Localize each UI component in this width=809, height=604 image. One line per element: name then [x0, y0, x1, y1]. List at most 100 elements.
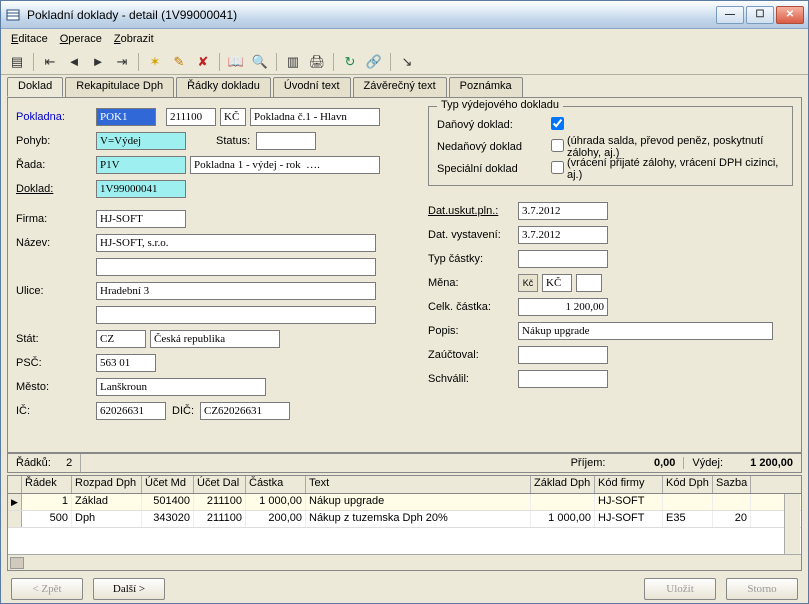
dat-vyst-label: Dat. vystavení:: [428, 229, 518, 241]
menu-operace[interactable]: Operace: [60, 33, 102, 45]
schvalil-field[interactable]: [518, 370, 608, 388]
close-button[interactable]: ✕: [776, 6, 804, 24]
mena-field[interactable]: [542, 274, 572, 292]
tab-uvodni[interactable]: Úvodní text: [273, 77, 351, 97]
tool-preview-icon[interactable]: ▥: [283, 52, 303, 72]
col-sazba[interactable]: Sazba: [713, 476, 751, 493]
ulice-field[interactable]: [96, 282, 376, 300]
dat-uskut-field[interactable]: [518, 202, 608, 220]
tool-list-icon[interactable]: ▤: [7, 52, 27, 72]
app-window: Pokladní doklady - detail (1V99000041) —…: [0, 0, 809, 604]
tool-prev-icon[interactable]: ◄: [64, 52, 84, 72]
doc-type-group: Typ výdejového dokladu Daňový doklad: Ne…: [428, 106, 793, 186]
status-field[interactable]: [256, 132, 316, 150]
grid-scrollbar-x[interactable]: [8, 554, 801, 570]
maximize-button[interactable]: ☐: [746, 6, 774, 24]
col-rozpad[interactable]: Rozpad Dph: [72, 476, 142, 493]
stat-name-field[interactable]: [150, 330, 280, 348]
tool-export-icon[interactable]: ↘: [397, 52, 417, 72]
rada-label: Řada:: [16, 159, 96, 171]
grid-scrollbar-y[interactable]: [784, 494, 800, 554]
dat-uskut-label[interactable]: Dat.uskut.pln.:: [428, 205, 518, 217]
ic-field[interactable]: [96, 402, 166, 420]
tool-find-icon[interactable]: 🔍: [250, 52, 270, 72]
save-button[interactable]: Uložit: [644, 578, 716, 600]
danovy-checkbox[interactable]: [551, 117, 564, 130]
col-ucetmd[interactable]: Účet Md: [142, 476, 194, 493]
col-radek[interactable]: Řádek: [22, 476, 72, 493]
zauctoval-field[interactable]: [518, 346, 608, 364]
menu-editace[interactable]: Editace: [11, 33, 48, 45]
menu-zobrazit[interactable]: Zobrazit: [114, 33, 154, 45]
lines-grid[interactable]: Řádek Rozpad Dph Účet Md Účet Dal Částka…: [7, 475, 802, 571]
cancel-button[interactable]: Storno: [726, 578, 798, 600]
tab-doklad[interactable]: Doklad: [7, 77, 63, 97]
typ-castky-field[interactable]: [518, 250, 608, 268]
tab-rekapitulace[interactable]: Rekapitulace Dph: [65, 77, 174, 97]
radku-value: 2: [66, 457, 72, 469]
tool-delete-icon[interactable]: ✘: [193, 52, 213, 72]
nazev-field[interactable]: [96, 234, 376, 252]
table-row[interactable]: 500Dph343020211100200,00Nákup z tuzemska…: [8, 511, 801, 528]
tab-poznamka[interactable]: Poznámka: [449, 77, 523, 97]
nedanovy-checkbox[interactable]: [551, 139, 564, 152]
vydej-value: 1 200,00: [723, 457, 793, 469]
ic-label: IČ:: [16, 405, 96, 417]
table-row[interactable]: ▶1Základ5014002111001 000,00Nákup upgrad…: [8, 494, 801, 511]
col-text[interactable]: Text: [306, 476, 531, 493]
doklad-field[interactable]: [96, 180, 186, 198]
tool-last-icon[interactable]: ⇥: [112, 52, 132, 72]
doklad-label[interactable]: Doklad:: [16, 183, 96, 195]
minimize-button[interactable]: —: [716, 6, 744, 24]
pokladna-desc-field[interactable]: [250, 108, 380, 126]
tool-link-icon[interactable]: 🔗: [364, 52, 384, 72]
next-button[interactable]: Další >: [93, 578, 165, 600]
pohyb-field[interactable]: [96, 132, 186, 150]
ulice2-field[interactable]: [96, 306, 376, 324]
mesto-field[interactable]: [96, 378, 266, 396]
specialni-checkbox[interactable]: [551, 161, 564, 174]
tab-radky[interactable]: Řádky dokladu: [176, 77, 271, 97]
tool-book-icon[interactable]: 📖: [226, 52, 246, 72]
window-title: Pokladní doklady - detail (1V99000041): [27, 8, 716, 22]
vydej-label: Výdej:: [692, 457, 723, 469]
rada-field[interactable]: [96, 156, 186, 174]
nazev2-field[interactable]: [96, 258, 376, 276]
col-koddph[interactable]: Kód Dph: [663, 476, 713, 493]
pokladna-code-field[interactable]: [166, 108, 216, 126]
stat-field[interactable]: [96, 330, 146, 348]
tool-first-icon[interactable]: ⇤: [40, 52, 60, 72]
tool-next-icon[interactable]: ►: [88, 52, 108, 72]
celk-field[interactable]: [518, 298, 608, 316]
zauctoval-label: Zaúčtoval:: [428, 349, 518, 361]
specialni-hint: (vrácení přijaté zálohy, vrácení DPH ciz…: [567, 157, 784, 181]
tool-print-icon[interactable]: 🖨: [307, 52, 327, 72]
firma-field[interactable]: [96, 210, 186, 228]
pokladna-field[interactable]: [96, 108, 156, 126]
prijem-label: Příjem:: [571, 457, 606, 469]
dic-field[interactable]: [200, 402, 290, 420]
col-kodfirmy[interactable]: Kód firmy: [595, 476, 663, 493]
mena-extra-field[interactable]: [576, 274, 602, 292]
doc-type-legend: Typ výdejového dokladu: [437, 99, 563, 111]
popis-field[interactable]: [518, 322, 773, 340]
col-zaklad[interactable]: Základ Dph: [531, 476, 595, 493]
tool-edit-icon[interactable]: ✎: [169, 52, 189, 72]
ulice-label: Ulice:: [16, 285, 96, 297]
radku-label: Řádků:: [16, 457, 51, 469]
tab-zaverecny[interactable]: Závěrečný text: [353, 77, 447, 97]
nedanovy-label: Nedaňový doklad: [437, 141, 547, 153]
col-castka[interactable]: Částka: [246, 476, 306, 493]
mesto-label: Město:: [16, 381, 96, 393]
toolbar: ▤ ⇤ ◄ ► ⇥ ✶ ✎ ✘ 📖 🔍 ▥ 🖨 ↻ 🔗 ↘: [1, 49, 808, 75]
back-button[interactable]: < Zpět: [11, 578, 83, 600]
tool-refresh-icon[interactable]: ↻: [340, 52, 360, 72]
mena-picker-button[interactable]: Kč: [518, 274, 538, 292]
dat-vyst-field[interactable]: [518, 226, 608, 244]
pokladna-kc-field[interactable]: [220, 108, 246, 126]
tool-new-icon[interactable]: ✶: [145, 52, 165, 72]
col-ucetdal[interactable]: Účet Dal: [194, 476, 246, 493]
pokladna-label: Pokladna:: [16, 111, 96, 123]
psc-field[interactable]: [96, 354, 156, 372]
rada-desc-field[interactable]: [190, 156, 380, 174]
